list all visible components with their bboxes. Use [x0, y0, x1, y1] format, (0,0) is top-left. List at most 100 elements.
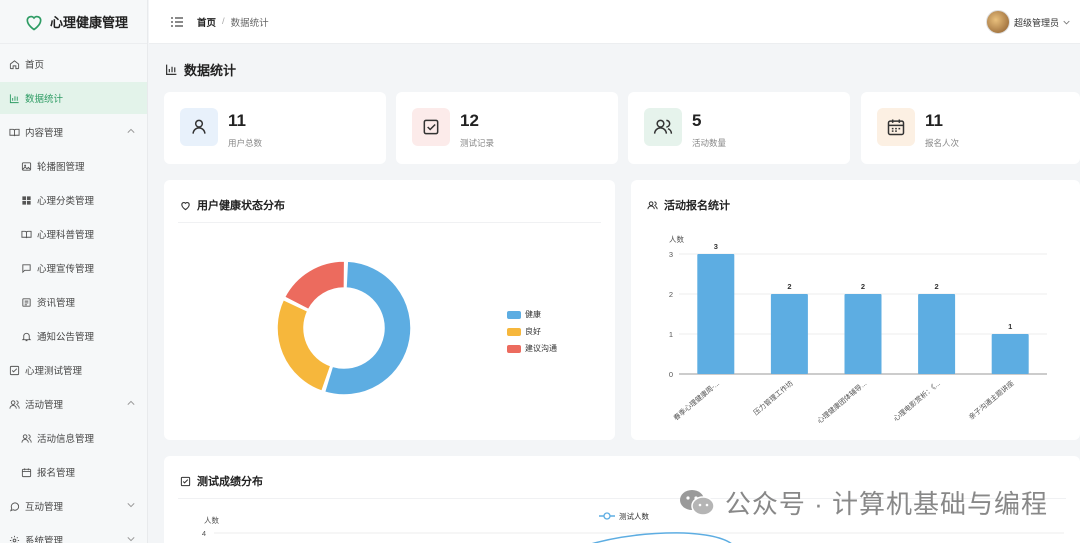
sidebar-item-category[interactable]: 心理分类管理	[0, 184, 147, 216]
legend-item[interactable]: 建议沟通	[507, 340, 557, 357]
users-icon	[644, 108, 682, 146]
bar[interactable]	[770, 294, 808, 374]
stat-label: 用户总数	[228, 138, 263, 148]
user-menu[interactable]: 超级管理员	[985, 10, 1070, 34]
heart-icon	[26, 15, 42, 30]
stat-card-signups: 11 报名人次	[861, 92, 1080, 164]
x-tick-label: 心理电影赏析：《...	[891, 379, 942, 423]
sidebar-item-statistics[interactable]: 数据统计	[0, 82, 147, 114]
donut-slice-2[interactable]	[283, 260, 346, 311]
sidebar-item-label: 报名管理	[37, 468, 76, 479]
wechat-icon	[679, 489, 715, 516]
sidebar-item-test[interactable]: 心理测试管理	[0, 354, 147, 386]
user-name[interactable]: 超级管理员	[1014, 16, 1059, 29]
sidebar-item-label: 资讯管理	[37, 298, 76, 309]
chevron-down-icon	[127, 537, 135, 542]
sidebar-item-label: 首页	[25, 60, 45, 71]
stat-card-tests: 12 测试记录	[396, 92, 618, 164]
sidebar-item-carousel[interactable]: 轮播图管理	[0, 150, 147, 182]
bar-value-label: 1	[1008, 322, 1012, 331]
series-line	[591, 532, 732, 543]
stat-card-activities: 5 活动数量	[628, 92, 850, 164]
sidebar-item-label: 互动管理	[25, 502, 64, 513]
legend-label: 建议沟通	[525, 344, 557, 353]
page-title-text: 数据统计	[184, 63, 237, 78]
stat-label: 报名人次	[925, 138, 960, 148]
legend-swatch	[507, 310, 521, 319]
chevron-down-icon	[127, 503, 135, 508]
sidebar-item-label: 系统管理	[25, 536, 64, 543]
book-open-icon	[20, 228, 32, 240]
panel-title-text: 测试成绩分布	[197, 476, 263, 488]
legend-label: 健康	[525, 310, 541, 319]
users-icon	[20, 432, 32, 444]
checkbox-icon	[180, 476, 191, 486]
sidebar-item-notice[interactable]: 通知公告管理	[0, 320, 147, 352]
heart-icon	[181, 201, 190, 210]
legend-label: 测试人数	[619, 511, 649, 521]
avatar[interactable]	[985, 10, 1010, 34]
bar[interactable]	[991, 334, 1029, 374]
sidebar-item-label: 轮播图管理	[37, 162, 85, 173]
watermark: 公众号 · 计算机基础与编程	[677, 484, 1048, 521]
sidebar-item-label: 内容管理	[25, 128, 64, 139]
donut-slice-1[interactable]	[276, 298, 332, 393]
sidebar-item-label: 数据统计	[25, 94, 64, 105]
stat-label: 测试记录	[460, 138, 495, 148]
bar[interactable]	[697, 254, 735, 374]
user-icon	[180, 108, 218, 146]
breadcrumb-home[interactable]: 首页	[197, 15, 216, 29]
sidebar-item-news[interactable]: 资讯管理	[0, 286, 147, 318]
y-tick-label: 4	[202, 529, 206, 538]
sidebar-item-label: 心理宣传管理	[37, 264, 95, 275]
sidebar-item-label: 心理科普管理	[37, 230, 95, 241]
app-title: 心理健康管理	[50, 15, 129, 30]
logo[interactable]: 心理健康管理	[0, 0, 147, 44]
users-icon	[8, 398, 20, 410]
sidebar-menu: 首页 数据统计 内容管理 轮播图管理 心理分类管理 心理科普管理 心理宣传管理	[0, 48, 147, 543]
bar-value-label: 2	[787, 282, 791, 291]
legend-item[interactable]: 健康	[507, 306, 557, 323]
sidebar-item-home[interactable]: 首页	[0, 48, 147, 80]
legend-swatch	[507, 327, 521, 336]
breadcrumb-separator: /	[222, 16, 225, 27]
y-axis-label: 人数	[669, 234, 684, 244]
sidebar-item-label: 心理分类管理	[37, 196, 95, 207]
chat-icon	[8, 500, 20, 512]
sidebar-item-science[interactable]: 心理科普管理	[0, 218, 147, 250]
x-tick-label: 春季心理健康周-...	[672, 379, 722, 423]
users-icon	[647, 200, 658, 209]
divider	[178, 222, 601, 223]
sidebar-item-content[interactable]: 内容管理	[0, 116, 147, 148]
stat-value: 11	[925, 111, 943, 130]
bar[interactable]	[918, 294, 956, 374]
panel-title: 用户健康状态分布	[180, 197, 285, 213]
sidebar-item-activity[interactable]: 活动管理	[0, 388, 147, 420]
chevron-up-icon	[127, 400, 135, 405]
sidebar: 心理健康管理 首页 数据统计 内容管理 轮播图管理 心理分类管理 心理科普管理	[0, 0, 148, 543]
health-donut-chart	[276, 260, 412, 396]
sidebar-item-label: 通知公告管理	[37, 332, 95, 343]
bar[interactable]	[844, 294, 882, 374]
stat-value: 12	[460, 111, 479, 130]
menu-toggle-icon[interactable]	[171, 16, 183, 27]
donut-legend: 健康 良好 建议沟通	[507, 306, 557, 357]
sidebar-item-interaction[interactable]: 互动管理	[0, 490, 147, 522]
gear-icon	[8, 534, 20, 543]
sidebar-item-system[interactable]: 系统管理	[0, 524, 147, 543]
sidebar-item-label: 活动管理	[25, 400, 64, 411]
calendar-icon	[877, 108, 915, 146]
sidebar-item-signup[interactable]: 报名管理	[0, 456, 147, 488]
bar-value-label: 2	[861, 282, 865, 291]
newspaper-icon	[20, 296, 32, 308]
sidebar-item-promotion[interactable]: 心理宣传管理	[0, 252, 147, 284]
stat-card-users: 11 用户总数	[164, 92, 386, 164]
bar-chart-icon	[166, 64, 177, 75]
legend-item[interactable]: 良好	[507, 323, 557, 340]
sidebar-item-activity-info[interactable]: 活动信息管理	[0, 422, 147, 454]
stat-label: 活动数量	[692, 138, 727, 148]
chevron-down-icon	[1063, 20, 1070, 25]
bar-chart-icon	[8, 92, 20, 104]
sidebar-item-label: 活动信息管理	[37, 434, 95, 445]
x-tick-label: 亲子沟通主题讲座	[967, 379, 1016, 422]
